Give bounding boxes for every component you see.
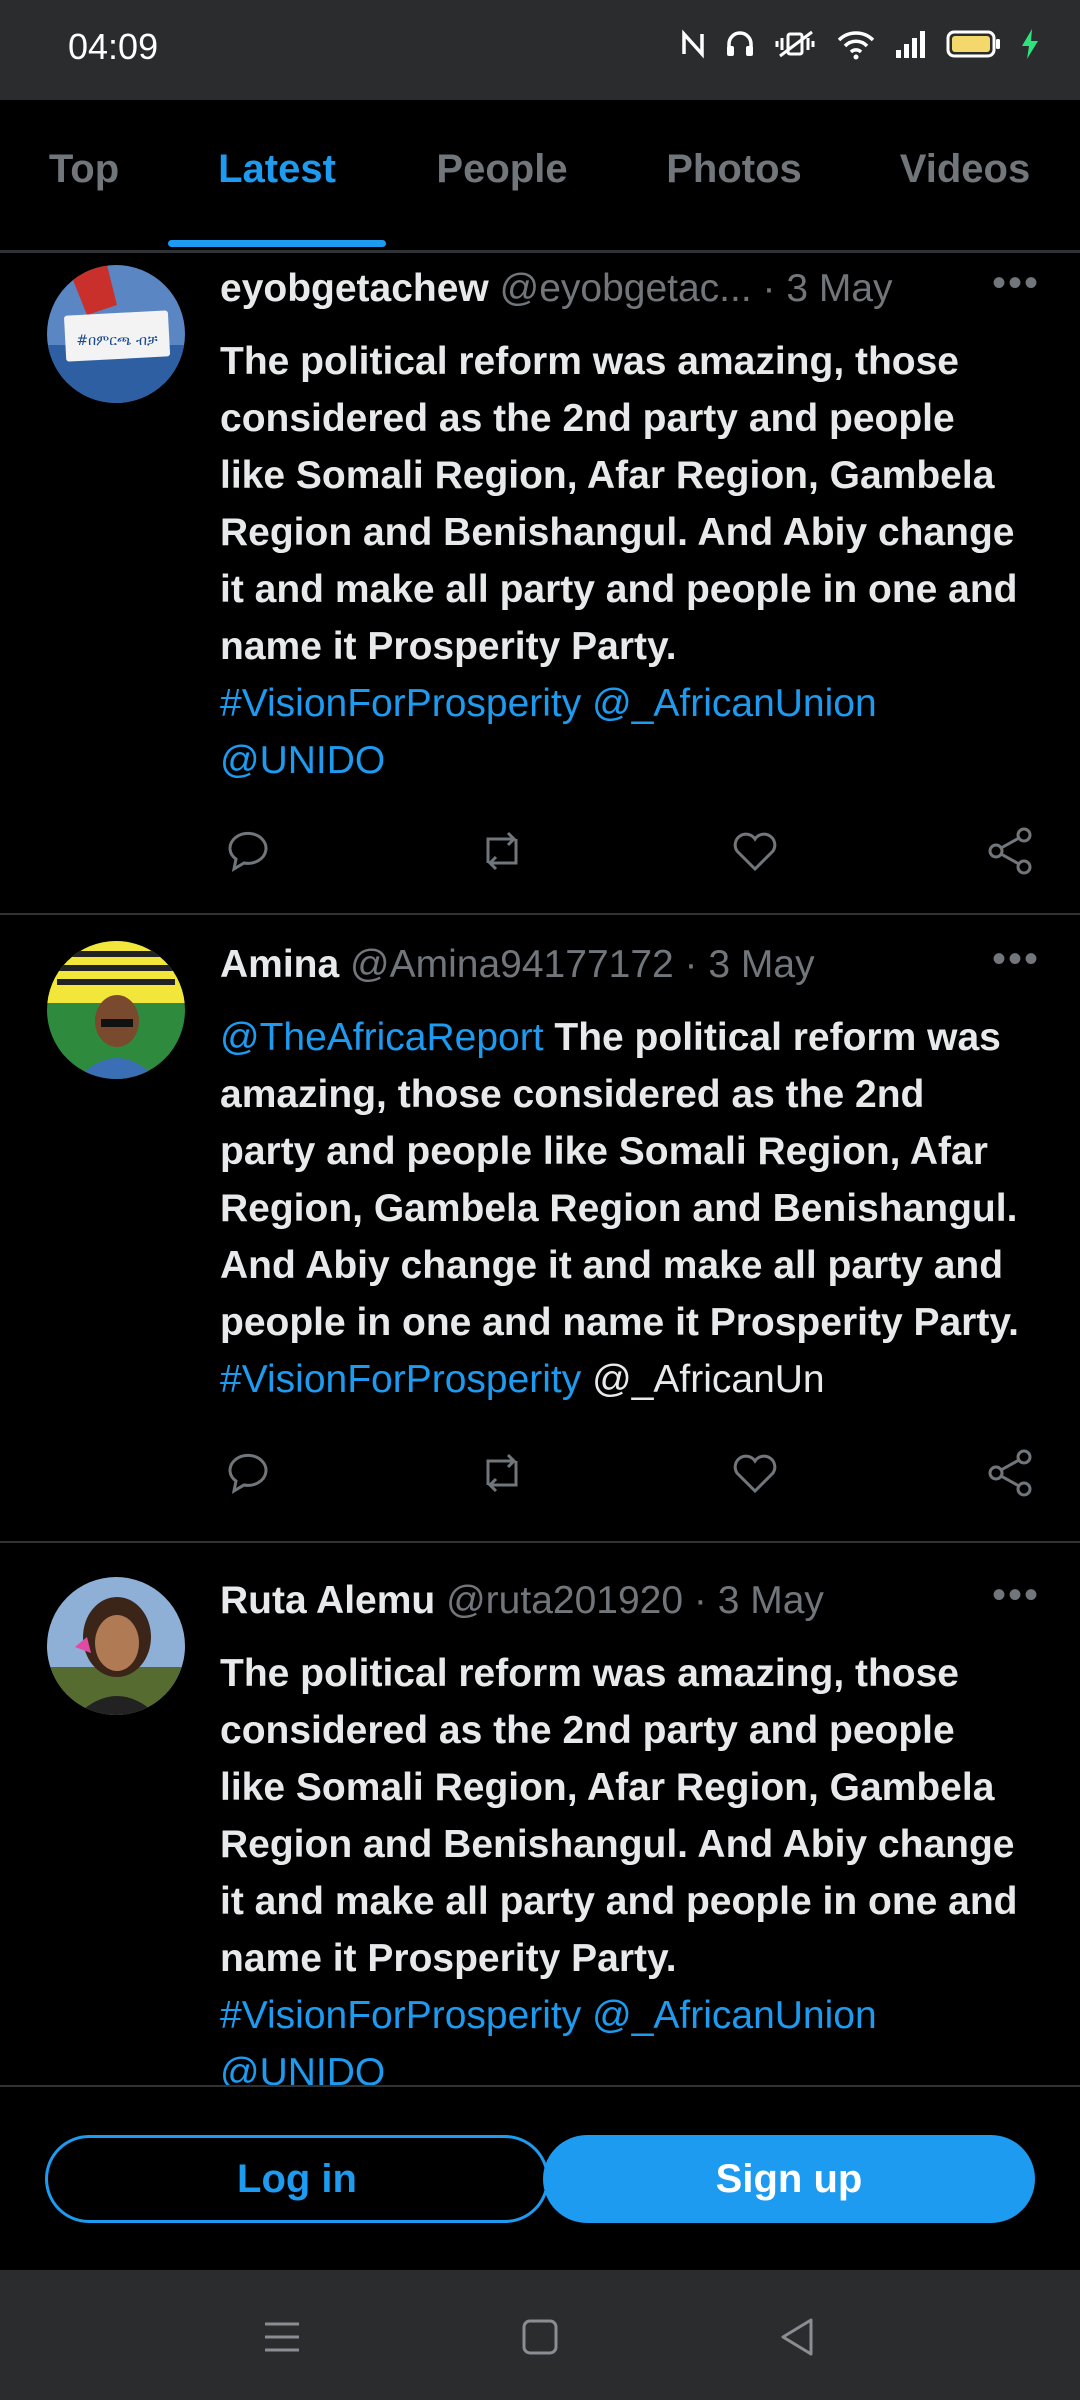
status-icons: [680, 28, 1040, 60]
tweet-text-line: like Somali Region, Afar Region, Gambela: [220, 454, 995, 497]
avatar[interactable]: #በምርጫ ብቻ: [47, 265, 185, 403]
tweet[interactable]: #በምርጫ ብቻ eyobgetachew @eyobgetac... · 3 …: [0, 253, 1080, 915]
system-nav-bar: [0, 2270, 1080, 2400]
menu-icon[interactable]: [257, 2312, 307, 2362]
tweet-text-line: name it Prosperity Party.: [220, 625, 677, 668]
tweet[interactable]: Amina @Amina94177172 · 3 May ••• @TheAfr…: [0, 915, 1080, 1543]
tweet-text-line: name it Prosperity Party.: [220, 1937, 677, 1980]
tweet-text-line: Region and Benishangul. And Abiy change: [220, 1823, 1015, 1866]
tweet-text-line: Region and Benishangul. And Abiy change: [220, 511, 1015, 554]
avatar-text: #በምርጫ ብቻ: [76, 333, 158, 349]
tweet-text-line: it and make all party and people in one …: [220, 1880, 1018, 1923]
tweet-date: · 3 May: [762, 267, 893, 310]
charging-icon: [1022, 29, 1038, 59]
tweet-date: · 3 May: [693, 1579, 824, 1622]
tweet-text: @TheAfricaReport The political reform wa…: [220, 1009, 1050, 1408]
reply-icon[interactable]: [220, 823, 276, 879]
tweet-truncated-mention: @_AfricanUn: [581, 1358, 825, 1401]
tweet-text: The political reform was amazing, those …: [220, 333, 1050, 789]
tab-top[interactable]: Top: [20, 100, 148, 250]
author-name[interactable]: eyobgetachew: [220, 267, 489, 310]
signup-button[interactable]: Sign up: [543, 2135, 1035, 2223]
tweet-mention[interactable]: @UNIDO: [220, 732, 1050, 789]
author-handle: @Amina94177172: [350, 943, 674, 986]
back-icon[interactable]: [773, 2312, 823, 2362]
headset-icon: [727, 31, 753, 56]
tweet-header: eyobgetachew @eyobgetac... · 3 May •••: [220, 261, 1040, 311]
more-options-icon[interactable]: •••: [992, 1573, 1040, 1618]
tweet[interactable]: Ruta Alemu @ruta201920 · 3 May ••• The p…: [0, 1543, 1080, 2085]
vibrate-icon: [775, 30, 815, 58]
like-icon[interactable]: [727, 1445, 783, 1501]
signal-icon: [896, 31, 925, 58]
avatar[interactable]: [47, 941, 185, 1079]
tweet-text-line: considered as the 2nd party and people: [220, 1709, 955, 1752]
tab-videos[interactable]: Videos: [870, 100, 1060, 250]
reply-icon[interactable]: [220, 1445, 276, 1501]
tweet-text-line: The political reform was amazing, those: [220, 340, 960, 383]
nfc-icon: [682, 29, 704, 59]
home-icon[interactable]: [515, 2312, 565, 2362]
tweet-text-line: The political reform was amazing, those: [220, 1652, 960, 1695]
status-bar: 04:09: [0, 0, 1080, 100]
tweet-header: Ruta Alemu @ruta201920 · 3 May •••: [220, 1573, 1040, 1623]
tweet-text-line: people in one and name it Prosperity Par…: [220, 1301, 1019, 1344]
author-name[interactable]: Ruta Alemu: [220, 1579, 435, 1622]
tweet-text-line: And Abiy change it and make all party an…: [220, 1244, 1004, 1287]
retweet-icon[interactable]: [474, 1445, 530, 1501]
more-options-icon[interactable]: •••: [992, 261, 1040, 306]
tweet-text-line: like Somali Region, Afar Region, Gambela: [220, 1766, 995, 1809]
tweet-date: · 3 May: [684, 943, 815, 986]
tweet-text-line: The political reform was: [543, 1016, 1001, 1059]
author-name[interactable]: Amina: [220, 943, 339, 986]
tweet-text-line: party and people like Somali Region, Afa…: [220, 1130, 988, 1173]
tweet-mention[interactable]: @UNIDO: [220, 2044, 1050, 2085]
share-icon[interactable]: [982, 1445, 1038, 1501]
tweet-header: Amina @Amina94177172 · 3 May •••: [220, 937, 1040, 987]
search-tabs: Top Latest People Photos Videos: [0, 100, 1080, 253]
tweet-text-line: Region, Gambela Region and Benishangul.: [220, 1187, 1018, 1230]
tweet-text: The political reform was amazing, those …: [220, 1645, 1050, 2085]
mention-link[interactable]: @TheAfricaReport: [220, 1016, 544, 1059]
auth-bar: Log in Sign up: [0, 2085, 1080, 2272]
author-handle: @eyobgetac...: [499, 267, 752, 310]
tab-photos[interactable]: Photos: [640, 100, 828, 250]
wifi-icon: [837, 31, 875, 60]
status-time: 04:09: [68, 26, 159, 67]
login-button[interactable]: Log in: [45, 2135, 549, 2223]
tab-latest[interactable]: Latest: [168, 100, 386, 250]
retweet-icon[interactable]: [474, 823, 530, 879]
hashtag-link[interactable]: #VisionForProsperity: [220, 1358, 581, 1401]
tweet-text-line: amazing, those considered as the 2nd: [220, 1073, 925, 1116]
tweet-text-line: it and make all party and people in one …: [220, 568, 1018, 611]
like-icon[interactable]: [727, 823, 783, 879]
battery-icon: [946, 30, 1000, 58]
tab-people[interactable]: People: [410, 100, 594, 250]
tweet-actions: [220, 823, 1032, 883]
active-tab-indicator: [168, 240, 386, 247]
tweet-links[interactable]: #VisionForProsperity @_AfricanUnion: [220, 675, 1050, 732]
author-handle: @ruta201920: [446, 1579, 684, 1622]
tweet-feed[interactable]: #በምርጫ ብቻ eyobgetachew @eyobgetac... · 3 …: [0, 253, 1080, 2085]
avatar[interactable]: [47, 1577, 185, 1715]
tweet-links[interactable]: #VisionForProsperity @_AfricanUnion: [220, 1987, 1050, 2044]
share-icon[interactable]: [982, 823, 1038, 879]
more-options-icon[interactable]: •••: [992, 937, 1040, 982]
tweet-actions: [220, 1445, 1032, 1505]
tweet-text-line: considered as the 2nd party and people: [220, 397, 955, 440]
